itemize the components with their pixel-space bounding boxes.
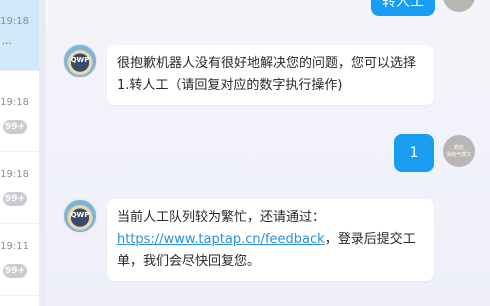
unread-badge: 99+ <box>3 264 27 278</box>
conversation-item[interactable]: 19:18 ... <box>0 0 44 71</box>
user-avatar-text: 疯狂 <box>453 145 464 151</box>
bot-message-text: 当前人工队列较为繁忙，还请通过： <box>117 210 326 225</box>
user-avatar[interactable]: 疯狂 我的气质又 <box>443 135 475 167</box>
sidebar-scrollbar[interactable] <box>39 0 44 306</box>
bot-message-text: 很抱歉机器人没有很好地解决您的问题，您可以选择1.转人工（请回复对应的数字执行操… <box>117 56 417 93</box>
bot-avatar[interactable]: QWP <box>63 44 97 78</box>
conversation-sidebar: 19:18 ... 19:18 99+ 19:18 99+ 19:11 99+ <box>0 0 45 306</box>
bot-message-bubble: 很抱歉机器人没有很好地解决您的问题，您可以选择1.转人工（请回复对应的数字执行操… <box>107 45 434 105</box>
user-avatar[interactable] <box>443 0 475 12</box>
conversation-time: 19:18 <box>0 169 29 180</box>
feedback-link[interactable]: https://www.taptap.cn/feedback <box>117 232 325 247</box>
user-message-bubble: 1 <box>394 134 434 172</box>
chat-panel: 转人工 QWP 很抱歉机器人没有很好地解决您的问题，您可以选择1.转人工（请回复… <box>45 0 490 306</box>
unread-badge: 99+ <box>3 120 27 134</box>
conversation-time: 19:11 <box>0 241 29 252</box>
conversation-item[interactable]: 19:18 99+ <box>0 151 44 224</box>
unread-badge: 99+ <box>3 192 27 206</box>
conversation-time: 19:18 <box>0 16 29 27</box>
bot-message-bubble: 当前人工队列较为繁忙，还请通过： https://www.taptap.cn/fe… <box>107 199 434 281</box>
conversation-item[interactable]: 19:11 99+ <box>0 223 44 296</box>
bot-avatar-label: QWP <box>70 56 90 64</box>
conversation-snippet: ... <box>2 36 12 47</box>
conversation-item[interactable]: 19:18 99+ <box>0 79 44 152</box>
conversation-time: 19:18 <box>0 97 29 108</box>
bot-avatar[interactable]: QWP <box>63 199 97 233</box>
bot-avatar-label: QWP <box>70 211 90 219</box>
user-avatar-text: 我的气质又 <box>446 152 472 158</box>
user-message-bubble: 转人工 <box>371 0 435 16</box>
